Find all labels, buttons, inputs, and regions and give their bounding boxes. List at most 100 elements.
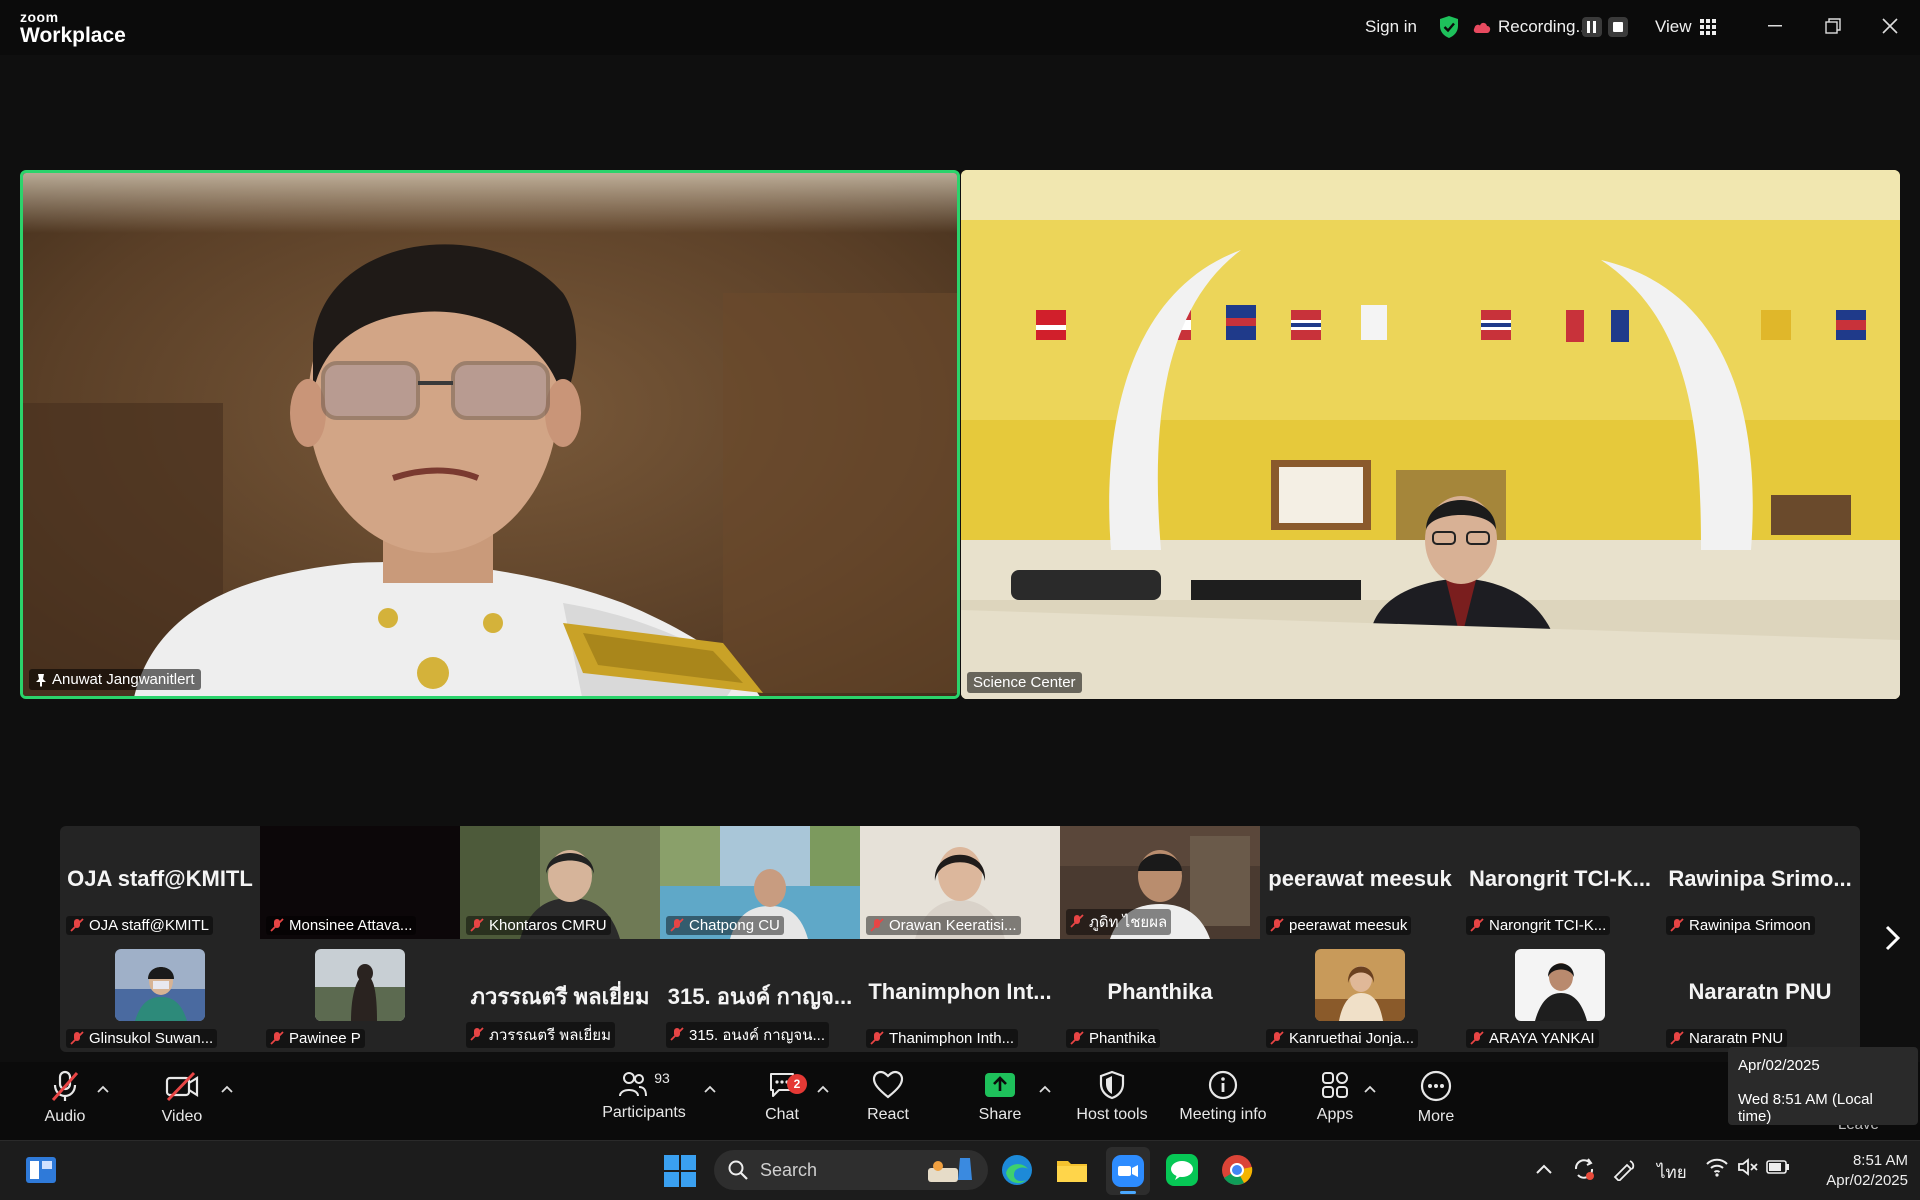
tray-pen-icon[interactable] [1612,1157,1638,1186]
show-hidden-icons-button[interactable] [1536,1159,1552,1179]
gallery-tile[interactable]: Monsinee Attava... [260,826,460,939]
recording-indicator[interactable]: Recording... [1472,14,1590,40]
gallery-name-label: Thanimphon Inth... [866,1029,1019,1048]
pause-icon [1587,21,1596,33]
science-center-name: Science Center [973,674,1076,691]
taskbar-line-app[interactable] [1165,1153,1199,1187]
language-indicator[interactable]: ไทย [1657,1159,1687,1186]
gallery-tile[interactable]: Narongrit TCI-K... Narongrit TCI-K... [1460,826,1660,939]
taskbar-chrome-app[interactable] [1220,1153,1254,1187]
line-app-icon [1166,1154,1198,1186]
gallery-tile[interactable]: Phanthika Phanthika [1060,939,1260,1052]
more-icon [1420,1070,1452,1102]
gallery-tile[interactable]: Kanruethai Jonja... [1260,939,1460,1052]
taskbar-file-explorer-app[interactable] [1055,1153,1089,1187]
chevron-up-icon [704,1085,716,1093]
taskbar-clock[interactable]: 8:51 AM Apr/02/2025 [1800,1151,1908,1191]
heart-icon [872,1070,904,1099]
gallery-tile[interactable]: Chatpong CU [660,826,860,939]
search-icon [728,1160,748,1180]
gallery-name-label: Chatpong CU [666,916,784,935]
host-tools-button[interactable]: Host tools [1062,1070,1162,1134]
view-button[interactable]: View [1655,14,1716,40]
search-highlight-icon [928,1158,972,1182]
battery-icon[interactable] [1766,1159,1790,1179]
gallery-tile[interactable]: ARAYA YANKAI [1460,939,1660,1052]
chevron-up-icon [1039,1085,1051,1093]
gallery-next-page-button[interactable] [1884,922,1902,961]
gallery-name-label: Pawinee P [266,1029,365,1048]
mic-muted-icon [270,1030,284,1045]
mic-muted-icon [670,1027,684,1041]
widgets-icon [26,1157,56,1183]
widgets-button[interactable] [26,1157,56,1188]
taskbar-edge-app[interactable] [1000,1153,1034,1187]
apps-options-chevron[interactable] [1364,1080,1376,1097]
participants-icon [619,1072,648,1097]
react-button[interactable]: React [838,1070,938,1134]
video-button[interactable]: Video [132,1070,232,1134]
gallery-name-label: Kanruethai Jonja... [1266,1029,1419,1048]
gallery-tile[interactable]: Khontaros CMRU [460,826,660,939]
share-button[interactable]: Share [950,1070,1050,1134]
gallery-tile[interactable]: ภวรรณตรี พลเยี่ยม ภวรรณตรี พลเยี่ยม [460,939,660,1052]
science-center-video-image [961,170,1900,699]
audio-options-chevron[interactable] [97,1080,109,1097]
taskbar-date: Apr/02/2025 [1826,1172,1908,1189]
gallery-tile[interactable]: 315. อนงค์ กาญจ... 315. อนงค์ กาญจน... [660,939,860,1052]
gallery-tile[interactable]: peerawat meesuk peerawat meesuk [1260,826,1460,939]
close-icon [1882,18,1898,34]
participants-button[interactable]: 93 Participants [594,1070,694,1134]
close-window-button[interactable] [1875,12,1905,40]
speaker-name: Anuwat Jangwanitlert [52,671,195,688]
gallery-tile[interactable]: Glinsukol Suwan... [60,939,260,1052]
participant-avatar [1515,949,1605,1021]
gallery-tile[interactable]: OJA staff@KMITL OJA staff@KMITL [60,826,260,939]
recording-label: Recording... [1498,17,1590,36]
minimize-icon [1768,25,1782,27]
science-center-name-label: Science Center [967,672,1082,693]
start-button[interactable] [664,1155,696,1192]
avatar-image [115,949,205,1021]
stop-recording-button[interactable] [1608,17,1628,37]
gallery-name-label: Nararatn PNU [1666,1029,1788,1048]
gallery-display-name: Narongrit TCI-K... [1468,866,1652,891]
video-options-chevron[interactable] [221,1080,233,1097]
tray-sync-icon[interactable] [1572,1157,1596,1186]
pause-recording-button[interactable] [1582,17,1602,37]
volume-muted-icon[interactable] [1737,1157,1759,1182]
taskbar-zoom-app[interactable] [1106,1147,1150,1195]
gallery-tile[interactable]: ภูดิท ไชยผล [1060,826,1260,939]
logo-brand-top: zoom [20,9,59,25]
more-button[interactable]: More [1386,1070,1486,1134]
wifi-icon[interactable] [1706,1157,1728,1182]
restore-window-button[interactable] [1818,12,1848,40]
sign-in-link[interactable]: Sign in [1365,14,1417,40]
participants-count: 93 [654,1070,670,1086]
chat-options-chevron[interactable] [817,1080,829,1097]
share-options-chevron[interactable] [1039,1080,1051,1097]
video-off-icon [165,1071,199,1102]
gallery-name-label: Orawan Keeratisi... [866,916,1021,935]
gallery-name-label: ภวรรณตรี พลเยี่ยม [466,1022,615,1048]
gallery-tile[interactable]: Orawan Keeratisi... [860,826,1060,939]
battery-icon-glyph [1766,1160,1789,1174]
mic-muted-icon [70,1030,84,1045]
meeting-info-button[interactable]: Meeting info [1173,1070,1273,1134]
minimize-window-button[interactable] [1760,12,1790,40]
gallery-tile[interactable]: Pawinee P [260,939,460,1052]
participant-gallery-strip: OJA staff@KMITL OJA staff@KMITL Monsinee… [60,826,1860,1052]
gallery-tile[interactable]: Thanimphon Int... Thanimphon Inth... [860,939,1060,1052]
gallery-tile[interactable]: Rawinipa Srimo... Rawinipa Srimoon [1660,826,1860,939]
video-tile-active-speaker[interactable]: Anuwat Jangwanitlert [20,170,960,699]
zoom-logo: zoom Workplace [20,10,126,46]
recording-controls [1582,14,1628,40]
participants-options-chevron[interactable] [704,1080,716,1097]
gallery-tile[interactable]: Nararatn PNU Nararatn PNU [1660,939,1860,1052]
gallery-display-name: 315. อนงค์ กาญจ... [667,984,853,1009]
video-tile-science-center[interactable]: Science Center [961,170,1900,699]
participant-avatar [115,949,205,1021]
windows-taskbar: Search ไทย 8:51 AM Apr/02/2025 [0,1140,1920,1200]
taskbar-search-box[interactable]: Search [714,1150,988,1190]
encryption-shield-icon[interactable] [1438,14,1460,40]
